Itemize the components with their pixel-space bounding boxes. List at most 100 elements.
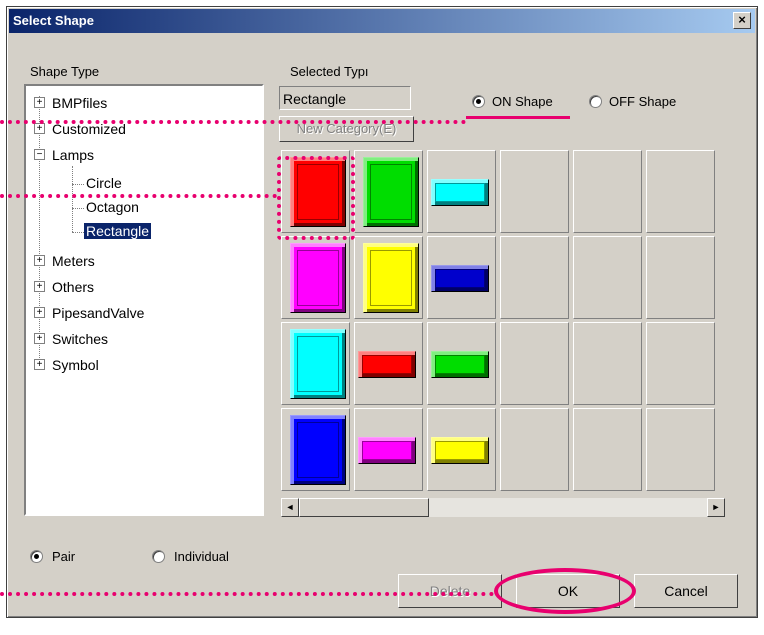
lamp-shape-small bbox=[431, 437, 489, 464]
shape-face bbox=[362, 441, 412, 460]
scroll-right-icon[interactable]: ► bbox=[707, 498, 725, 517]
shape-cell[interactable] bbox=[354, 150, 423, 233]
on-shape-label[interactable]: ON Shape bbox=[492, 94, 553, 109]
shape-cell[interactable] bbox=[573, 322, 642, 405]
pair-radio[interactable] bbox=[30, 550, 43, 563]
shape-cell[interactable] bbox=[646, 236, 715, 319]
annotation-underline bbox=[466, 116, 570, 119]
tree-item-pipesandvalve[interactable]: + PipesandValve bbox=[34, 302, 146, 324]
shape-cell[interactable] bbox=[646, 408, 715, 491]
lamp-shape-large bbox=[363, 157, 419, 227]
shape-face bbox=[297, 250, 339, 306]
tree-item-label: Rectangle bbox=[84, 223, 152, 239]
shape-cell[interactable] bbox=[354, 408, 423, 491]
selected-type-field: Rectangle bbox=[279, 86, 411, 110]
shape-cell[interactable] bbox=[646, 150, 715, 233]
shape-cell[interactable] bbox=[281, 408, 350, 491]
lamp-shape-small bbox=[358, 351, 416, 378]
shape-face bbox=[297, 422, 339, 478]
dialog-title: Select Shape bbox=[13, 13, 94, 28]
expand-icon[interactable]: + bbox=[34, 333, 45, 344]
shape-cell[interactable] bbox=[354, 236, 423, 319]
tree-item-symbol[interactable]: + Symbol bbox=[34, 354, 101, 376]
shape-face bbox=[435, 441, 485, 460]
off-shape-radio[interactable] bbox=[589, 95, 602, 108]
tree-item-label: Meters bbox=[52, 253, 95, 269]
shape-face bbox=[370, 250, 412, 306]
shape-cell[interactable] bbox=[500, 150, 569, 233]
shape-cell[interactable] bbox=[281, 322, 350, 405]
annotation-dotted-line bbox=[0, 592, 494, 596]
shape-cell[interactable] bbox=[427, 236, 496, 319]
shape-face bbox=[370, 164, 412, 220]
annotation-dotted-line bbox=[0, 194, 277, 198]
scroll-thumb[interactable] bbox=[299, 498, 429, 517]
expand-icon[interactable]: + bbox=[34, 255, 45, 266]
expand-icon[interactable]: + bbox=[34, 359, 45, 370]
shape-cell[interactable] bbox=[573, 408, 642, 491]
horizontal-scrollbar[interactable]: ◄ ► bbox=[281, 498, 725, 517]
off-shape-label[interactable]: OFF Shape bbox=[609, 94, 676, 109]
annotation-dotted-line bbox=[0, 120, 466, 124]
close-button[interactable]: × bbox=[733, 12, 751, 29]
annotation-highlight-box bbox=[277, 156, 355, 240]
shape-cell[interactable] bbox=[646, 322, 715, 405]
scroll-left-icon[interactable]: ◄ bbox=[281, 498, 299, 517]
collapse-icon[interactable]: − bbox=[34, 149, 45, 160]
tree-item-label: Others bbox=[52, 279, 95, 295]
tree-item-bmpfiles[interactable]: + BMPfiles bbox=[34, 92, 109, 114]
shape-cell[interactable] bbox=[281, 236, 350, 319]
tree-item-label: Circle bbox=[86, 175, 122, 191]
shape-face bbox=[297, 336, 339, 392]
shape-cell[interactable] bbox=[573, 236, 642, 319]
tree-item-label: Octagon bbox=[86, 199, 139, 215]
tree-item-rectangle[interactable]: Rectangle bbox=[84, 220, 152, 242]
shape-cell[interactable] bbox=[573, 150, 642, 233]
tree-item-label: Switches bbox=[52, 331, 109, 347]
tree-item-others[interactable]: + Others bbox=[34, 276, 96, 298]
tree-item-switches[interactable]: + Switches bbox=[34, 328, 110, 350]
tree-item-lamps[interactable]: − Lamps bbox=[34, 144, 96, 166]
tree-item-label: Symbol bbox=[52, 357, 99, 373]
shape-cell[interactable] bbox=[500, 322, 569, 405]
lamp-shape-large bbox=[290, 243, 346, 313]
tree-connector bbox=[72, 166, 73, 232]
tree-item-meters[interactable]: + Meters bbox=[34, 250, 97, 272]
lamp-shape-small bbox=[358, 437, 416, 464]
on-shape-radio[interactable] bbox=[472, 95, 485, 108]
lamp-shape-large bbox=[290, 415, 346, 485]
shape-face bbox=[362, 355, 412, 374]
tree-connector bbox=[72, 232, 84, 233]
cancel-button[interactable]: Cancel bbox=[634, 574, 738, 608]
delete-button[interactable]: Delete bbox=[398, 574, 502, 608]
tree-connector bbox=[72, 208, 84, 209]
tree-item-label: Lamps bbox=[52, 147, 95, 163]
shape-cell[interactable] bbox=[427, 150, 496, 233]
pair-label[interactable]: Pair bbox=[52, 549, 75, 564]
shape-type-label: Shape Type bbox=[30, 64, 100, 79]
individual-radio[interactable] bbox=[152, 550, 165, 563]
lamp-shape-small bbox=[431, 265, 489, 292]
annotation-ellipse bbox=[494, 568, 636, 614]
shape-cell[interactable] bbox=[427, 408, 496, 491]
lamp-shape-large bbox=[290, 329, 346, 399]
title-bar[interactable]: Select Shape × bbox=[9, 9, 755, 33]
shape-cell[interactable] bbox=[500, 236, 569, 319]
expand-icon[interactable]: + bbox=[34, 307, 45, 318]
shape-cell[interactable] bbox=[354, 322, 423, 405]
lamp-shape-large bbox=[363, 243, 419, 313]
individual-label[interactable]: Individual bbox=[174, 549, 229, 564]
tree-connector bbox=[72, 184, 84, 185]
shape-type-tree[interactable]: + BMPfiles + Customized − Lamps Circle O… bbox=[24, 84, 264, 516]
tree-item-circle[interactable]: Circle bbox=[84, 172, 124, 194]
shape-cell[interactable] bbox=[427, 322, 496, 405]
shape-cell[interactable] bbox=[500, 408, 569, 491]
expand-icon[interactable]: + bbox=[34, 123, 45, 134]
tree-item-octagon[interactable]: Octagon bbox=[84, 196, 141, 218]
lamp-shape-small bbox=[431, 179, 489, 206]
expand-icon[interactable]: + bbox=[34, 97, 45, 108]
lamp-shape-small bbox=[431, 351, 489, 378]
expand-icon[interactable]: + bbox=[34, 281, 45, 292]
shape-face bbox=[435, 183, 485, 202]
shape-face bbox=[435, 269, 485, 288]
